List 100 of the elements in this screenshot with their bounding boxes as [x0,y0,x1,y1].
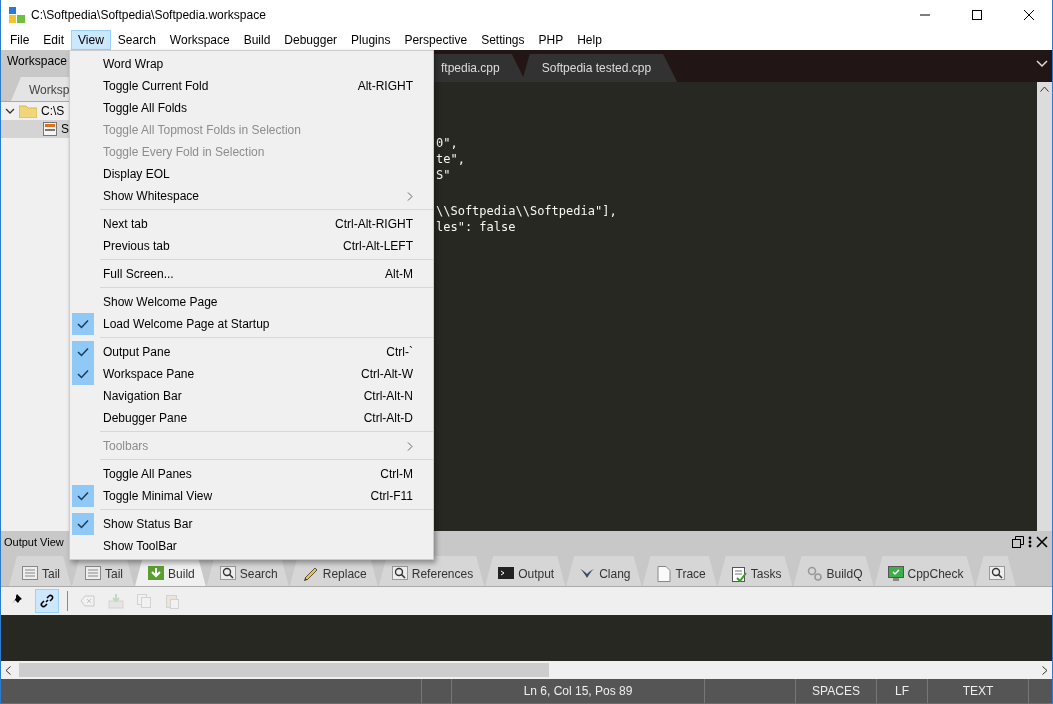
output-tab[interactable]: Clang [566,556,642,586]
output-tab[interactable]: Tail [9,556,71,586]
folder-icon [19,104,37,118]
code-line: 0", [436,135,459,151]
tree-label: S [61,121,69,138]
menu-item[interactable]: Show ToolBar [70,535,433,557]
menu-item[interactable]: Perspective [397,30,475,50]
menu-item[interactable]: Help [570,30,609,50]
tree-item[interactable]: C:\S [1,102,69,120]
code-line: S" [436,167,452,183]
file-type: TEXT [962,683,994,700]
code-line: les": false [436,219,517,235]
close-icon [1024,10,1034,20]
menu-item[interactable]: Output Pane Ctrl-` [70,341,433,363]
menu-item[interactable]: Next tab Ctrl-Alt-RIGHT [70,213,433,235]
shortcut-label: Ctrl-Alt-W [361,366,413,383]
link-button[interactable] [35,589,59,613]
clear-icon [80,593,96,609]
check-icon [72,363,94,385]
menu-item[interactable]: Toggle Minimal View Ctrl-F11 [70,485,433,507]
page-icon [655,566,672,582]
check-icon [72,341,94,363]
document-icon [85,566,101,582]
tree-label: C:\S [41,103,65,120]
shortcut-label: Ctrl-` [386,344,413,361]
pencil-icon [302,566,319,582]
copy-icon [136,593,152,609]
search-icon [988,566,1005,582]
paste-icon [164,593,180,609]
cursor-position: Ln 6, Col 15, Pos 89 [523,683,633,700]
menu-item[interactable]: Toggle All Panes Ctrl-M [70,463,433,485]
menu-item[interactable]: Full Screen... Alt-M [70,263,433,285]
check-icon [72,513,94,535]
shortcut-label: Ctrl-Alt-LEFT [343,238,413,255]
menu-item[interactable]: Build [236,30,278,50]
scroll-left-icon [5,665,11,675]
search-icon [219,566,236,582]
vertical-scrollbar[interactable] [1037,82,1052,531]
menu-item[interactable]: Debugger Pane Ctrl-Alt-D [70,407,433,429]
menu-item[interactable]: Load Welcome Page at Startup [70,313,433,335]
shortcut-label: Ctrl-M [380,466,413,483]
download-icon [148,566,165,582]
save-icon [108,593,124,609]
output-tab[interactable]: Trace [642,556,717,586]
menu-item[interactable]: Show Whitespace [70,185,433,207]
menu-item[interactable]: Plugins [344,30,398,50]
link-icon [39,593,55,609]
line-ending: LF [895,683,909,700]
shortcut-label: Ctrl-Alt-D [363,410,413,427]
menu-item[interactable]: Search [110,30,163,50]
terminal-icon [498,566,515,582]
chevron-down-icon [1036,60,1048,68]
output-tab[interactable]: Tasks [717,556,793,586]
output-tab[interactable]: References [378,556,485,586]
document-icon [22,566,38,582]
code-line: \\Softpedia\\Softpedia"], [436,203,618,219]
shortcut-label: Ctrl-F11 [370,488,413,505]
menu-item[interactable]: File [3,30,37,50]
shortcut-label: Ctrl-Alt-N [363,388,413,405]
indent-mode: SPACES [812,683,860,700]
scroll-right-icon [1042,665,1048,675]
menu-item[interactable]: Show Welcome Page [70,291,433,313]
menu-item[interactable]: Debugger [277,30,345,50]
editor-tab[interactable]: Softpedia tested.cpp [521,54,678,82]
check-icon [72,313,94,335]
menu-item[interactable]: PHP [531,30,571,50]
menu-item[interactable]: Workspace Pane Ctrl-Alt-W [70,363,433,385]
search-icon [391,566,408,582]
shortcut-label: Ctrl-Alt-RIGHT [335,216,413,233]
menu-item[interactable]: View [71,30,111,50]
app-logo-icon [9,7,25,23]
pane-title: Workspace [6,53,68,70]
menu-item[interactable]: Previous tab Ctrl-Alt-LEFT [70,235,433,257]
chevron-down-icon [5,106,15,116]
file-icon [43,122,57,136]
menu-item[interactable]: Display EOL [70,163,433,185]
pane-title: Output View [4,534,64,550]
window-title: C:\Softpedia\Softpedia\Softpedia.workspace [31,7,266,24]
restore-icon [1012,536,1024,548]
scroll-up-icon [1040,86,1049,92]
check-icon [72,485,94,507]
tree-item[interactable]: S [1,120,69,138]
output-tab[interactable]: BuildQ [793,556,874,586]
shortcut-label: Alt-RIGHT [357,78,413,95]
menu-item[interactable]: Show Status Bar [70,513,433,535]
menu-item[interactable]: Navigation Bar Ctrl-Alt-N [70,385,433,407]
output-tab[interactable]: Output [485,556,566,586]
monitor-icon [887,566,904,582]
maximize-icon [972,10,982,20]
gears-icon [806,566,823,582]
clipboard-check-icon [730,566,747,582]
output-tab[interactable]: CppCheck [874,556,975,586]
menu-item[interactable]: Edit [36,30,72,50]
horizontal-scrollbar[interactable] [1,661,1052,679]
code-line: te", [436,151,466,167]
more-icon [1028,536,1032,548]
menu-item[interactable]: Workspace [162,30,237,50]
close-icon [1036,536,1048,548]
shortcut-label: Alt-M [385,266,413,283]
menu-item[interactable]: Settings [474,30,532,50]
